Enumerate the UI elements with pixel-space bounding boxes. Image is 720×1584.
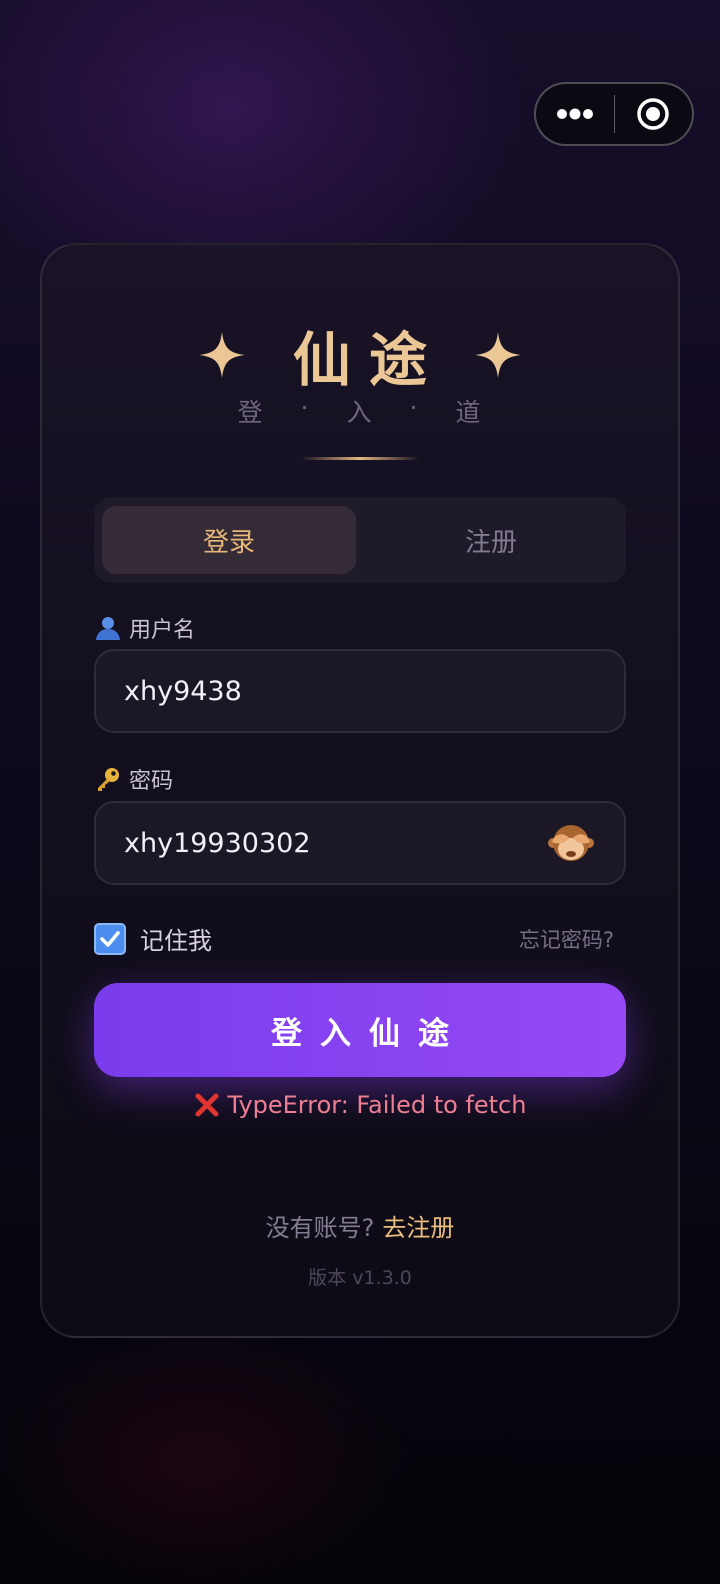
see-no-evil-monkey-icon[interactable] bbox=[548, 821, 594, 867]
remember-me[interactable]: 记住我 bbox=[94, 921, 212, 956]
tab-login[interactable]: 登录 bbox=[102, 506, 356, 574]
app-title: 仙途 bbox=[292, 326, 445, 394]
version-text: 版本 v1.3.0 bbox=[308, 1267, 412, 1289]
key-icon bbox=[98, 768, 119, 791]
username-label-text: 用户名 bbox=[129, 618, 196, 643]
close-miniprogram-button[interactable] bbox=[615, 84, 693, 144]
forgot-password-link[interactable]: 忘记密码? bbox=[519, 924, 614, 954]
app-title-row: 仙途 bbox=[0, 315, 720, 395]
miniprogram-capsule bbox=[534, 82, 694, 146]
remember-checkbox[interactable] bbox=[94, 922, 126, 955]
more-dots-icon bbox=[556, 108, 593, 120]
password-label-text: 密码 bbox=[129, 769, 174, 794]
error-text: TypeError: Failed to fetch bbox=[227, 1091, 527, 1119]
signup-question: 没有账号? bbox=[265, 1214, 375, 1242]
error-message: TypeError: Failed to fetch bbox=[0, 1091, 720, 1119]
subtitle-char: 登 bbox=[237, 398, 265, 427]
app-subtitle: 登 · 入 · 道 bbox=[0, 393, 720, 429]
username-field-box bbox=[94, 649, 626, 733]
sparkle-icon bbox=[197, 330, 247, 380]
sparkle-icon bbox=[473, 330, 523, 380]
username-input[interactable] bbox=[124, 651, 544, 731]
more-button[interactable] bbox=[536, 84, 614, 144]
subtitle-char: 道 bbox=[455, 398, 483, 427]
user-icon bbox=[96, 617, 120, 640]
title-divider bbox=[301, 457, 419, 460]
remember-label: 记住我 bbox=[140, 927, 212, 955]
password-label: 密码 bbox=[95, 763, 173, 795]
login-button[interactable]: 登入仙途 bbox=[94, 983, 626, 1077]
signup-link[interactable]: 去注册 bbox=[382, 1214, 454, 1242]
password-input[interactable] bbox=[124, 803, 544, 883]
tab-register[interactable]: 注册 bbox=[364, 506, 618, 574]
signup-row: 没有账号? 去注册 bbox=[0, 1208, 720, 1243]
username-label: 用户名 bbox=[95, 612, 195, 644]
password-field-box bbox=[94, 801, 626, 885]
subtitle-char: 入 bbox=[346, 398, 374, 427]
checkmark-icon bbox=[100, 930, 120, 947]
subtitle-dot: · bbox=[409, 393, 420, 422]
target-circle-icon bbox=[637, 98, 669, 130]
subtitle-dot: · bbox=[300, 393, 311, 422]
cross-mark-icon bbox=[195, 1093, 219, 1117]
auth-tabs: 登录 注册 bbox=[94, 497, 626, 583]
